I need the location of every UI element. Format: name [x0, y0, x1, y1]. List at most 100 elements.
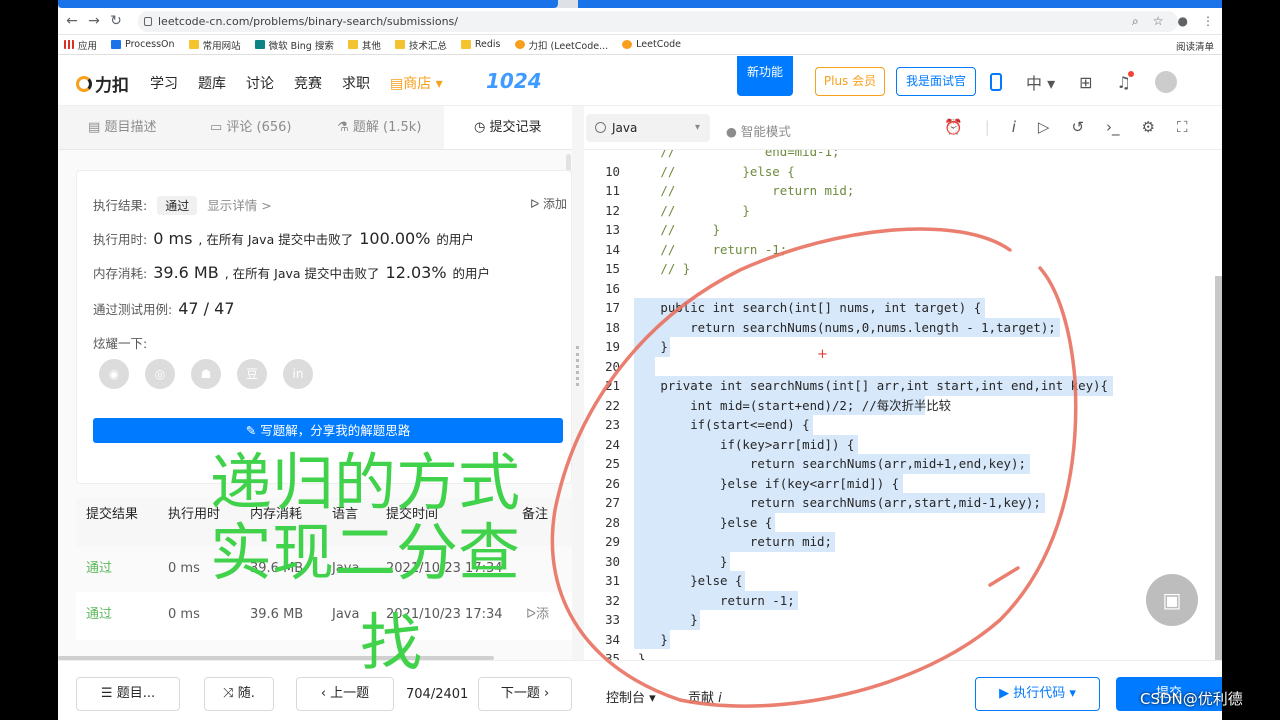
code-line[interactable]: 30 }: [584, 552, 1216, 572]
table-row[interactable]: 通过 0 ms 39.6 MB Java 2021/10/23 17:34 ᐅ …: [76, 592, 572, 638]
problem-list-button[interactable]: ☰ 题目...: [76, 677, 180, 711]
code-line[interactable]: 20: [584, 357, 1216, 377]
code-area[interactable]: // end=mid-1; 10 // }else {11 // return m…: [584, 150, 1216, 660]
bookmark-processon[interactable]: ProcessOn: [111, 39, 175, 50]
code-line[interactable]: 27 return searchNums(arr,start,mid-1,key…: [584, 493, 1216, 513]
bell-icon[interactable]: ♫: [1117, 70, 1134, 92]
notes-float-button[interactable]: ▣: [1146, 574, 1198, 626]
bookmark-leetcode[interactable]: LeetCode: [622, 39, 681, 50]
tab-submissions[interactable]: ◷ 提交记录: [443, 106, 572, 149]
language-toggle[interactable]: 中 ▾: [1026, 70, 1055, 94]
bookmark-bing[interactable]: 微软 Bing 搜索: [254, 38, 334, 52]
editor-scrollbar[interactable]: [1215, 276, 1222, 660]
code-line[interactable]: 34 }: [584, 630, 1216, 650]
nav-problems[interactable]: 题库: [198, 73, 226, 93]
nav-jobs[interactable]: 求职: [342, 73, 370, 93]
code-line[interactable]: 10 // }else {: [584, 162, 1216, 182]
code-line[interactable]: 32 return -1;: [584, 591, 1216, 611]
code-line[interactable]: 13 // }: [584, 220, 1216, 240]
reload-icon[interactable]: ↻: [108, 13, 124, 29]
alarm-icon[interactable]: ⏰: [944, 118, 963, 136]
plus-member-button[interactable]: Plus 会员: [815, 67, 885, 96]
douban-icon[interactable]: 豆: [237, 359, 267, 389]
reset-icon[interactable]: ↺: [1071, 118, 1084, 136]
wechat-icon[interactable]: ◉: [99, 359, 129, 389]
code-line[interactable]: 28 }else {: [584, 513, 1216, 533]
back-icon[interactable]: ←: [64, 13, 80, 29]
event-logo[interactable]: 1024: [486, 69, 542, 93]
random-button[interactable]: ⤨ 随.: [204, 677, 274, 711]
nav-learn[interactable]: 学习: [150, 73, 178, 93]
drag-handle-icon[interactable]: [576, 346, 579, 386]
nav-discuss[interactable]: 讨论: [246, 73, 274, 93]
code-line[interactable]: // end=mid-1;: [584, 150, 1216, 162]
forward-icon[interactable]: →: [86, 13, 102, 29]
contribute-button[interactable]: 贡献 i: [688, 687, 722, 706]
url-field[interactable]: leetcode-cn.com/problems/binary-search/s…: [138, 11, 1178, 32]
code-line[interactable]: 22 int mid=(start+end)/2; //每次折半比较: [584, 396, 1216, 416]
reading-list[interactable]: 阅读清单: [1176, 39, 1214, 53]
terminal-icon[interactable]: ›_: [1106, 118, 1120, 136]
linkedin-icon[interactable]: in: [283, 359, 313, 389]
code-line[interactable]: 17 public int search(int[] nums, int tar…: [584, 298, 1216, 318]
interviewer-button[interactable]: 我是面试官: [896, 67, 976, 96]
code-line[interactable]: 15 // }: [584, 259, 1216, 279]
prev-problem-button[interactable]: ‹ 上一题: [296, 677, 394, 711]
info-icon[interactable]: i: [1012, 118, 1016, 136]
run-code-button[interactable]: ▶ 执行代码 ▾: [975, 677, 1100, 711]
avatar[interactable]: [1154, 71, 1177, 93]
mobile-icon[interactable]: [990, 73, 1002, 91]
code-line[interactable]: 24 if(key>arr[mid]) {: [584, 435, 1216, 455]
code-line[interactable]: 21 private int searchNums(int[] arr,int …: [584, 376, 1216, 396]
bookmark-other[interactable]: 其他: [347, 38, 381, 52]
line-number: 14: [605, 241, 620, 257]
new-feature-badge[interactable]: 新功能: [737, 56, 793, 96]
smart-mode-toggle[interactable]: ● 智能模式: [726, 121, 791, 140]
settings-icon[interactable]: ⚙: [1142, 118, 1155, 136]
code-line[interactable]: 11 // return mid;: [584, 181, 1216, 201]
result-card: 执行结果: 通过 显示详情 > ᐅ 添加 执行用时: 0 ms, 在所有 Java 提…: [76, 170, 572, 484]
zoom-icon[interactable]: ⌕: [1132, 14, 1139, 29]
menu-icon[interactable]: ⋮: [1202, 14, 1214, 29]
fullscreen-icon[interactable]: ⛶: [1177, 118, 1188, 136]
bookmark-apps[interactable]: 应用: [64, 38, 97, 52]
bookmark-leetcode-cn[interactable]: 力扣 (LeetCode...: [514, 38, 608, 52]
site-logo[interactable]: 力扣: [76, 71, 129, 96]
code-line[interactable]: 35}: [584, 649, 1216, 660]
add-note-button[interactable]: ᐅ 添: [526, 592, 549, 638]
inactive-tab[interactable]: [578, 0, 1222, 8]
nav-shop[interactable]: ▤商店 ▾: [390, 73, 443, 93]
code-line[interactable]: 23 if(start<=end) {: [584, 415, 1216, 435]
profile-icon[interactable]: ●: [1178, 14, 1188, 29]
weibo-icon[interactable]: ◎: [145, 359, 175, 389]
nav-contest[interactable]: 竞赛: [294, 73, 322, 93]
next-problem-button[interactable]: 下一题 ›: [478, 677, 572, 711]
code-line[interactable]: 19 }: [584, 337, 1216, 357]
console-toggle[interactable]: 控制台 ▾: [606, 687, 656, 706]
code-line[interactable]: 26 }else if(key<arr[mid]) {: [584, 474, 1216, 494]
tab-comments[interactable]: ▭ 评论 (656): [187, 106, 316, 149]
active-tab[interactable]: [58, 0, 558, 8]
language-select[interactable]: Java ▾: [586, 114, 710, 142]
star-icon[interactable]: ☆: [1153, 14, 1164, 29]
code-line[interactable]: 25 return searchNums(arr,mid+1,end,key);: [584, 454, 1216, 474]
write-solution-button[interactable]: ✎ 写题解，分享我的解题思路: [93, 418, 563, 443]
bookmark-common[interactable]: 常用网站: [188, 38, 241, 52]
panel-splitter[interactable]: [572, 106, 584, 660]
bookmark-tech[interactable]: 技术汇总: [394, 38, 447, 52]
add-note-button[interactable]: ᐅ 添加: [530, 195, 567, 212]
code-line[interactable]: 29 return mid;: [584, 532, 1216, 552]
tab-solutions[interactable]: ⚗ 题解 (1.5k): [315, 106, 444, 149]
bookmark-redis[interactable]: Redis: [460, 39, 501, 50]
code-line[interactable]: 31 }else {: [584, 571, 1216, 591]
playground-icon[interactable]: ⊞: [1079, 73, 1092, 92]
qq-icon[interactable]: ☗: [191, 359, 221, 389]
code-line[interactable]: 12 // }: [584, 201, 1216, 221]
code-line[interactable]: 16: [584, 279, 1216, 299]
code-line[interactable]: 33 }: [584, 610, 1216, 630]
code-line[interactable]: 18 return searchNums(nums,0,nums.length …: [584, 318, 1216, 338]
tab-description[interactable]: ▤ 题目描述: [58, 106, 187, 149]
code-line[interactable]: 14 // return -1;: [584, 240, 1216, 260]
run-icon[interactable]: ▷: [1038, 118, 1050, 136]
show-details-link[interactable]: 显示详情 >: [207, 195, 271, 214]
